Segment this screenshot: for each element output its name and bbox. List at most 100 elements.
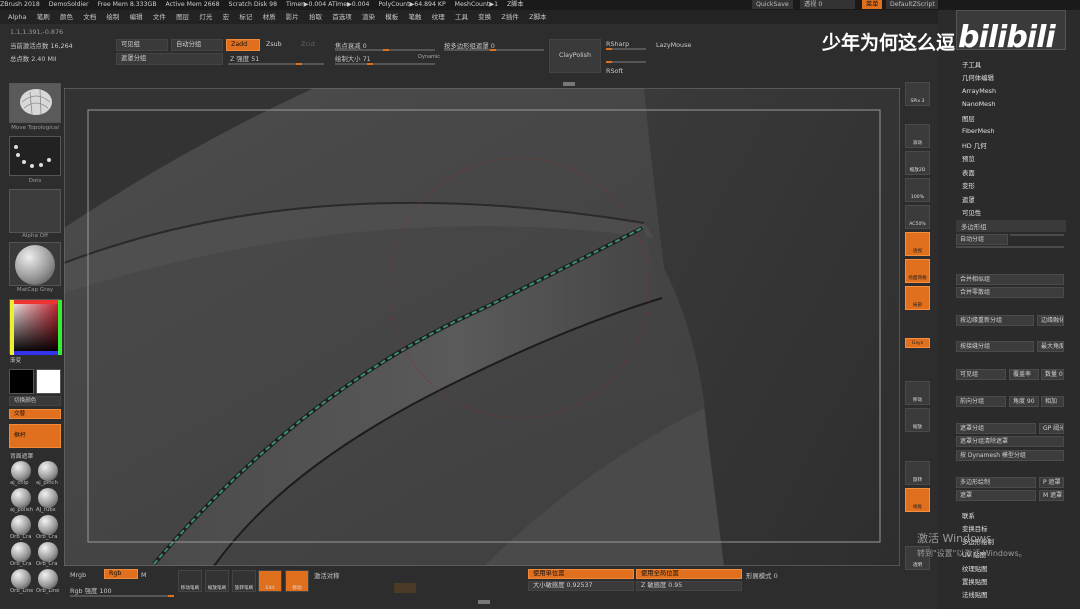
menu-arraymesh[interactable]: ArrayMesh xyxy=(962,87,996,95)
menu-item[interactable]: 灯光 xyxy=(199,10,212,24)
actual-size-button[interactable]: 100% xyxy=(905,178,930,202)
front-group-button[interactable]: 前向分组 xyxy=(956,396,1006,407)
menu-item[interactable]: 纹理 xyxy=(432,10,445,24)
mask-button[interactable]: 遮罩 xyxy=(956,490,1036,501)
back-mask-label[interactable]: 背面遮罩 xyxy=(10,451,33,460)
secondary-color-swatch[interactable] xyxy=(9,369,34,394)
menu-layers[interactable]: 图层 xyxy=(962,114,975,123)
half-size-button[interactable]: AC50% xyxy=(905,205,930,229)
shelf-handle-bottom[interactable] xyxy=(478,600,490,604)
m-button[interactable]: M xyxy=(141,571,147,579)
size-sensitivity-slider[interactable]: 大小敏感度 0.92537 xyxy=(528,581,634,591)
visible-groups-button[interactable]: 可见组 xyxy=(956,369,1006,380)
menu-item[interactable]: 影片 xyxy=(286,10,299,24)
rsoft-slider[interactable] xyxy=(606,61,646,63)
menu-item[interactable]: 变换 xyxy=(478,10,491,24)
polypaint-from-polygroups-button[interactable]: 多边形绘制 xyxy=(956,477,1036,488)
quicksave-button[interactable]: QuickSave xyxy=(752,0,793,9)
scale-brush-button[interactable]: 缩放笔刷 xyxy=(205,570,229,592)
lazymouse-label[interactable]: LazyMouse xyxy=(656,41,691,49)
menu-subtool[interactable]: 子工具 xyxy=(962,60,981,69)
menu-geometry[interactable]: 几何体编辑 xyxy=(962,73,994,82)
rsharp-slider[interactable] xyxy=(606,48,646,50)
menu-normal-map[interactable]: 法线贴图 xyxy=(962,590,988,599)
symmetry-label[interactable]: 激活对称 xyxy=(314,571,340,580)
symmetry-axis-toggle[interactable] xyxy=(394,583,416,593)
auto-group-button[interactable]: 自动分组 xyxy=(171,39,223,51)
rotate-brush-button[interactable]: 旋转笔刷 xyxy=(232,570,256,592)
menu-item[interactable]: 拾取 xyxy=(309,10,322,24)
menu-item[interactable]: 首选项 xyxy=(332,10,352,24)
menu-item[interactable]: 编辑 xyxy=(130,10,143,24)
color-picker[interactable] xyxy=(9,299,62,355)
brush-preset-icon[interactable] xyxy=(38,515,58,535)
merge-similar-button[interactable]: 合并相似组 xyxy=(956,274,1064,285)
material-thumbnail[interactable] xyxy=(9,242,61,286)
edit-button[interactable]: Edit xyxy=(258,570,282,592)
stroke-thumbnail[interactable] xyxy=(9,136,61,176)
local-symmetry-button[interactable]: 局部 xyxy=(905,286,930,310)
use-global-button[interactable]: 使用全局位置 xyxy=(636,569,742,579)
menu-hd-geometry[interactable]: HD 几何 xyxy=(962,141,987,150)
auto-groups-button[interactable]: 自动分组 xyxy=(956,234,1008,245)
zscript-menu[interactable]: Z脚本 xyxy=(507,1,524,8)
uv-groups-button[interactable] xyxy=(1010,234,1064,236)
mrgb-button[interactable]: Mrgb xyxy=(70,571,86,579)
move-view-button[interactable]: 移动 xyxy=(905,381,930,405)
gradient-label[interactable]: 渐变 xyxy=(10,356,21,364)
sidebar-toggle-button[interactable]: 框杆 xyxy=(9,424,61,448)
brush-preset-icon[interactable] xyxy=(11,488,31,508)
menu-nanomesh[interactable]: NanoMesh xyxy=(962,100,995,108)
scale-view-button[interactable]: 缩放 xyxy=(905,408,930,432)
alternate-button[interactable]: 交替 xyxy=(9,409,61,419)
rotate-view-button[interactable]: 旋转 xyxy=(905,461,930,485)
zoom2d-button[interactable]: 缩放2D xyxy=(905,151,930,175)
count-slider[interactable]: 数量 0.1 xyxy=(1041,369,1064,380)
menu-item[interactable]: 模板 xyxy=(385,10,398,24)
use-position-button[interactable]: 使用单位置 xyxy=(528,569,634,579)
menu-preview[interactable]: 预览 xyxy=(962,154,975,163)
group-by-dynamesh-button[interactable]: 按 Dynamesh 模型分组 xyxy=(956,450,1064,461)
menu-surface[interactable]: 表面 xyxy=(962,168,975,177)
menu-item[interactable]: 绘制 xyxy=(106,10,119,24)
brush-preset-icon[interactable] xyxy=(38,569,58,589)
mask-group-button[interactable]: 遮罩分组 xyxy=(116,53,223,65)
menu-texture-map[interactable]: 纹理贴图 xyxy=(962,564,988,573)
menu-item[interactable]: 颜色 xyxy=(60,10,73,24)
menu-masking[interactable]: 遮罩 xyxy=(962,195,975,204)
merge-stray-button[interactable]: 合并零散组 xyxy=(956,287,1064,298)
menu-contact[interactable]: 联系 xyxy=(962,511,975,520)
max-angle-slider[interactable]: 最大角度 xyxy=(1037,341,1064,352)
brush-preset-icon[interactable] xyxy=(11,515,31,535)
menu-item[interactable]: 文件 xyxy=(153,10,166,24)
canvas-viewport[interactable] xyxy=(64,88,900,566)
polygroup-mask-slider[interactable] xyxy=(444,49,544,51)
primary-color-swatch[interactable] xyxy=(36,369,61,394)
menu-item[interactable]: Alpha xyxy=(8,10,26,24)
rsoft-label[interactable]: RSoft xyxy=(606,67,623,75)
move-brush-button[interactable]: 移动笔刷 xyxy=(178,570,202,592)
scroll-button[interactable]: 滚动 xyxy=(905,124,930,148)
bpr-render-button[interactable]: SPix 3 xyxy=(905,82,930,106)
default-zscript-button[interactable]: DefaultZScript xyxy=(886,0,938,9)
coverage-slider[interactable]: 覆盖率 xyxy=(1009,369,1039,380)
z-intensity-slider[interactable] xyxy=(228,63,324,65)
move-button[interactable]: 移动 xyxy=(285,570,309,592)
zsub-button[interactable]: Zsub xyxy=(261,39,295,51)
menu-deformation[interactable]: 变形 xyxy=(962,181,975,190)
draw-size-label[interactable]: 绘制大小 71 xyxy=(335,54,371,63)
menu-item[interactable]: Z插件 xyxy=(501,10,518,24)
menu-item[interactable]: 工具 xyxy=(455,10,468,24)
rgb-intensity-slider[interactable] xyxy=(70,595,174,597)
perspective-button[interactable]: 透视 xyxy=(905,232,930,256)
menu-item[interactable]: 渲染 xyxy=(362,10,375,24)
group-by-normals-button[interactable]: 按边缘重新分组 xyxy=(956,315,1034,326)
add-button[interactable]: 相加 xyxy=(1041,396,1064,407)
tilt-mode-label[interactable]: 形展模式 0 xyxy=(746,571,778,580)
z-sensitivity-slider[interactable]: Z 敏感度 0.95 xyxy=(636,581,742,591)
menu-item[interactable]: 文档 xyxy=(83,10,96,24)
zcut-button[interactable]: Zcut xyxy=(296,39,326,51)
m-mask-slider[interactable]: M 遮罩 xyxy=(1039,490,1064,501)
brush-preset-icon[interactable] xyxy=(38,542,58,562)
brush-preset-icon[interactable] xyxy=(38,461,58,481)
